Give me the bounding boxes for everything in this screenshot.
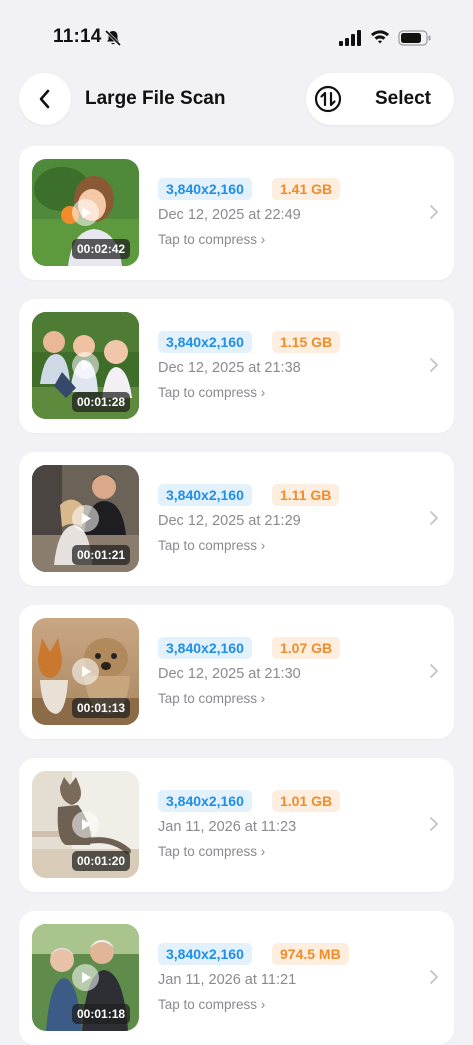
play-icon — [81, 360, 91, 371]
header-actions: Select — [306, 73, 454, 125]
file-card[interactable]: 00:01:18 3,840x2,160 974.5 MB Jan 11, 20… — [19, 911, 454, 1045]
compress-link[interactable]: Tap to compress › — [158, 232, 265, 247]
back-arrow-icon — [39, 89, 50, 109]
status-bar: 11:14 — [0, 0, 473, 70]
video-duration: 00:01:21 — [72, 545, 131, 565]
video-thumbnail: 00:01:20 — [32, 771, 139, 878]
video-thumbnail: 00:01:28 — [32, 312, 139, 419]
chevron-right-icon — [430, 664, 438, 678]
cellular-signal-icon — [339, 30, 361, 46]
resolution-badge: 3,840x2,160 — [158, 484, 252, 506]
play-button[interactable] — [72, 658, 99, 685]
resolution-badge: 3,840x2,160 — [158, 790, 252, 812]
chevron-right-icon — [430, 817, 438, 831]
resolution-badge: 3,840x2,160 — [158, 637, 252, 659]
file-date: Jan 11, 2026 at 11:23 — [158, 819, 297, 835]
file-date: Dec 12, 2025 at 21:30 — [158, 666, 301, 682]
file-card[interactable]: 00:01:13 3,840x2,160 1.07 GB Dec 12, 202… — [19, 605, 454, 739]
play-icon — [81, 666, 91, 677]
file-date: Jan 11, 2026 at 11:21 — [158, 972, 297, 988]
chevron-right-icon — [430, 205, 438, 219]
play-button[interactable] — [72, 352, 99, 379]
page-title: Large File Scan — [85, 88, 226, 109]
size-badge: 974.5 MB — [272, 943, 349, 965]
status-time: 11:14 — [53, 26, 102, 47]
size-badge: 1.11 GB — [272, 484, 340, 506]
video-duration: 00:01:13 — [72, 698, 131, 718]
compress-link[interactable]: Tap to compress › — [158, 538, 265, 553]
chevron-right-icon — [430, 511, 438, 525]
file-card[interactable]: 00:02:42 3,840x2,160 1.41 GB Dec 12, 202… — [19, 146, 454, 280]
compress-link[interactable]: Tap to compress › — [158, 844, 265, 859]
size-badge: 1.41 GB — [272, 178, 341, 200]
wifi-icon — [371, 30, 389, 44]
play-button[interactable] — [72, 811, 99, 838]
play-button[interactable] — [72, 199, 99, 226]
compress-link[interactable]: Tap to compress › — [158, 691, 265, 706]
play-icon — [81, 513, 91, 524]
file-card[interactable]: 00:01:28 3,840x2,160 1.15 GB Dec 12, 202… — [19, 299, 454, 433]
battery-icon — [398, 30, 431, 46]
play-icon — [81, 972, 91, 983]
select-button[interactable]: Select — [375, 88, 431, 110]
file-date: Dec 12, 2025 at 22:49 — [158, 207, 301, 223]
video-duration: 00:01:18 — [72, 1004, 131, 1024]
size-badge: 1.01 GB — [272, 790, 341, 812]
resolution-badge: 3,840x2,160 — [158, 943, 252, 965]
video-duration: 00:01:28 — [72, 392, 131, 412]
play-button[interactable] — [72, 964, 99, 991]
sort-icon[interactable] — [314, 85, 342, 113]
play-button[interactable] — [72, 505, 99, 532]
chevron-right-icon — [430, 358, 438, 372]
file-date: Dec 12, 2025 at 21:38 — [158, 360, 301, 376]
play-icon — [81, 819, 91, 830]
video-duration: 00:01:20 — [72, 851, 131, 871]
back-button[interactable] — [19, 73, 71, 125]
resolution-badge: 3,840x2,160 — [158, 178, 252, 200]
compress-link[interactable]: Tap to compress › — [158, 385, 265, 400]
video-duration: 00:02:42 — [72, 239, 131, 259]
chevron-right-icon — [430, 970, 438, 984]
video-thumbnail: 00:01:13 — [32, 618, 139, 725]
size-badge: 1.07 GB — [272, 637, 341, 659]
size-badge: 1.15 GB — [272, 331, 341, 353]
file-card[interactable]: 00:01:20 3,840x2,160 1.01 GB Jan 11, 202… — [19, 758, 454, 892]
bell-slash-icon — [104, 29, 122, 47]
play-icon — [81, 207, 91, 218]
file-card[interactable]: 00:01:21 3,840x2,160 1.11 GB Dec 12, 202… — [19, 452, 454, 586]
compress-link[interactable]: Tap to compress › — [158, 997, 265, 1012]
video-thumbnail: 00:01:21 — [32, 465, 139, 572]
video-thumbnail: 00:01:18 — [32, 924, 139, 1031]
video-thumbnail: 00:02:42 — [32, 159, 139, 266]
resolution-badge: 3,840x2,160 — [158, 331, 252, 353]
file-date: Dec 12, 2025 at 21:29 — [158, 513, 301, 529]
